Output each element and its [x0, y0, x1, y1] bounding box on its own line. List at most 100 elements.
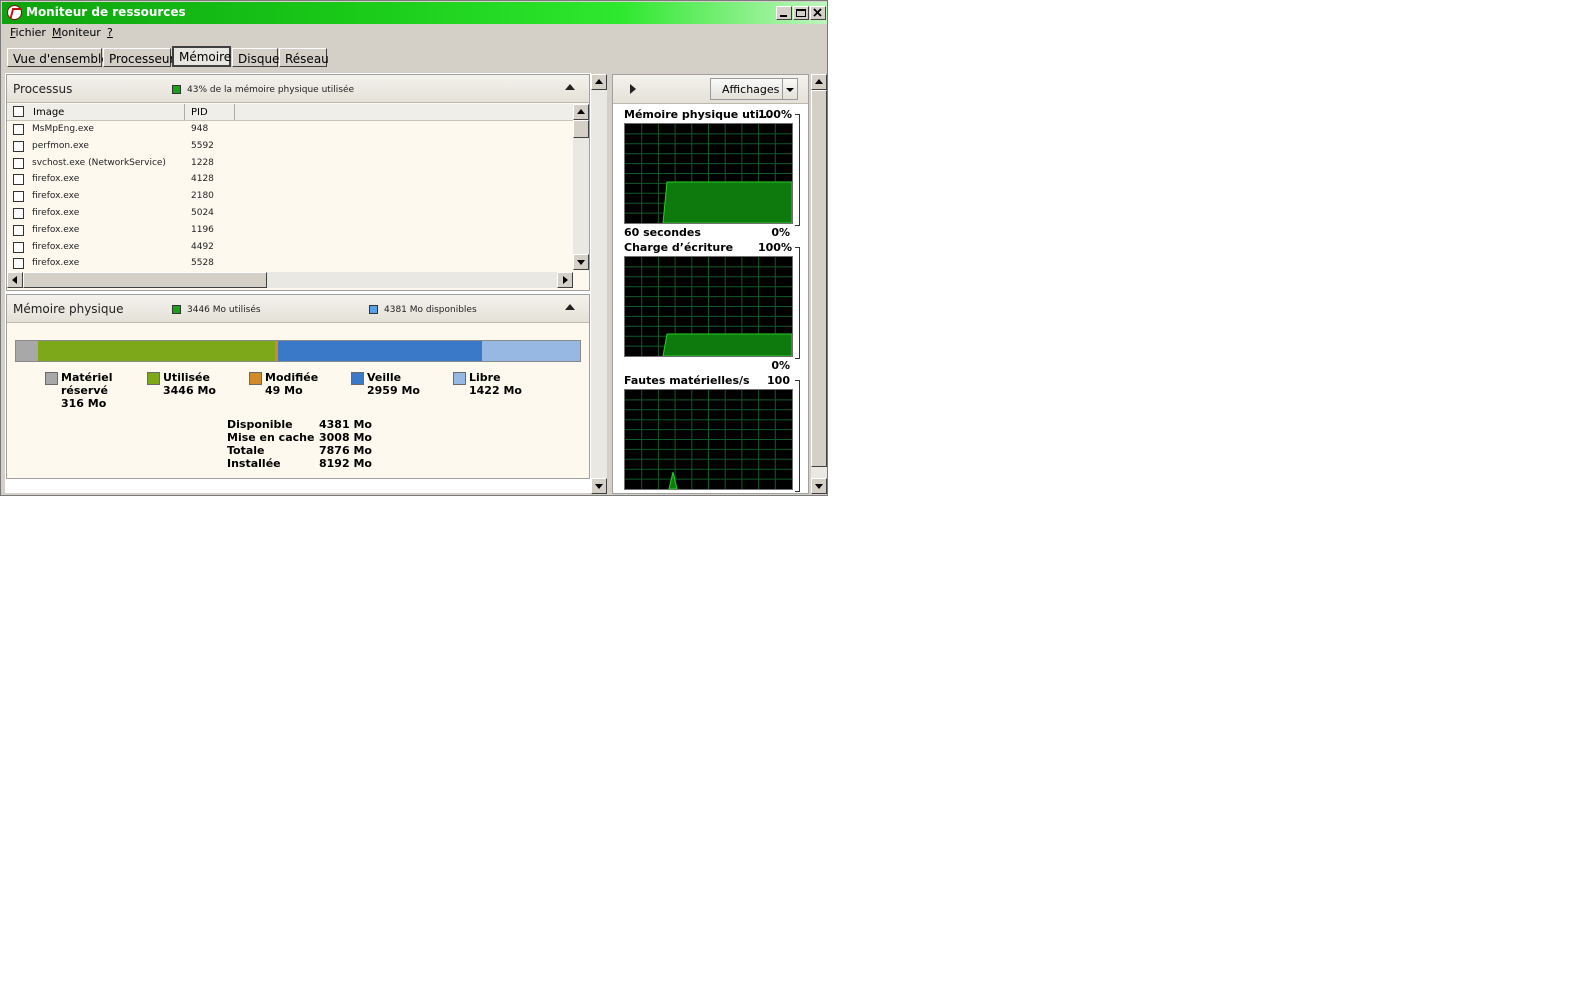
legend-value: 3446 Mo	[163, 384, 216, 397]
title-bar[interactable]: Moniteur de ressources	[2, 2, 827, 24]
process-checkbox[interactable]	[13, 191, 24, 203]
process-checkbox[interactable]	[13, 224, 24, 236]
table-row[interactable]: firefox.exe 5528	[7, 255, 573, 272]
process-pid: 4128	[191, 174, 214, 185]
graphs-vscrollbar[interactable]	[811, 74, 827, 494]
legend-text: Veille 2959 Mo	[367, 371, 420, 397]
process-vscrollbar[interactable]	[573, 104, 589, 270]
process-checkbox[interactable]	[13, 140, 24, 152]
tab-reseau[interactable]: Réseau	[279, 48, 329, 67]
process-checkbox[interactable]	[13, 157, 24, 169]
table-row[interactable]: firefox.exe 4492	[7, 239, 573, 256]
menu-help[interactable]: ?	[107, 26, 113, 39]
tab-processeur[interactable]: Processeur	[103, 48, 174, 67]
scroll-thumb[interactable]	[573, 120, 589, 138]
legend-swatch	[147, 372, 160, 385]
legend-value: 49 Mo	[265, 384, 303, 397]
processes-header[interactable]: Processus 43% de la mémoire physique uti…	[7, 75, 589, 103]
legend-label: Matériel	[61, 371, 113, 384]
tab-vue-ensemble[interactable]: Vue d'ensemble	[7, 48, 109, 67]
left-pane-vscrollbar[interactable]	[591, 74, 607, 494]
collapse-processes-icon[interactable]	[565, 84, 575, 90]
legend-swatch	[351, 372, 364, 385]
stat-label: Disponible	[227, 418, 293, 431]
memory-bar-segment	[16, 341, 38, 361]
legend-value: 2959 Mo	[367, 384, 420, 397]
process-pid: 1228	[191, 157, 214, 168]
views-button[interactable]: Affichages	[710, 78, 798, 100]
process-checkbox[interactable]	[13, 258, 24, 270]
table-row[interactable]: svchost.exe (NetworkService) 1228	[7, 155, 573, 172]
views-split-divider	[782, 79, 783, 99]
memory-bar-segment	[38, 341, 275, 361]
process-image-name: perfmon.exe	[32, 140, 89, 151]
pane-scroll-down-button[interactable]	[591, 478, 607, 494]
tab-memoire[interactable]: Mémoire	[172, 46, 231, 67]
legend-label: Utilisée	[163, 371, 210, 384]
processes-title: Processus	[13, 82, 73, 96]
graph-plot	[624, 389, 793, 490]
select-all-checkbox[interactable]	[13, 106, 24, 117]
table-row[interactable]: firefox.exe 1196	[7, 222, 573, 239]
graphs-scroll-down-button[interactable]	[811, 478, 827, 494]
table-row[interactable]: firefox.exe 4128	[7, 171, 573, 188]
collapse-physical-memory-icon[interactable]	[565, 304, 575, 310]
table-row[interactable]: firefox.exe 2180	[7, 188, 573, 205]
minimize-button[interactable]	[776, 6, 792, 20]
process-pid: 5528	[191, 258, 214, 269]
views-button-label: Affichages	[722, 83, 780, 96]
graph-max: 100%	[758, 241, 792, 254]
legend-text: Utilisée 3446 Mo	[163, 371, 216, 397]
legend-label: réservé	[61, 384, 108, 397]
scroll-left-button[interactable]	[7, 272, 23, 288]
graphs-pane: Affichages Mémoire physique uti... 100% 60…	[612, 74, 809, 494]
memory-legend-item: Modifiée 49 Mo	[249, 371, 345, 413]
memory-bar-segment	[278, 341, 482, 361]
process-checkbox[interactable]	[13, 241, 24, 253]
process-checkbox[interactable]	[13, 124, 24, 135]
process-hscrollbar[interactable]	[7, 272, 573, 288]
process-image-name: firefox.exe	[32, 258, 80, 269]
scroll-right-button[interactable]	[557, 272, 573, 288]
stat-value: 4381 Mo	[319, 418, 372, 431]
graph-trace	[668, 471, 678, 489]
column-image[interactable]: Image	[27, 104, 185, 120]
table-row[interactable]: firefox.exe 5024	[7, 205, 573, 222]
graph-min: 0%	[771, 359, 790, 372]
maximize-button[interactable]	[793, 6, 809, 20]
process-image-name: firefox.exe	[32, 241, 80, 252]
legend-text: Modifiée 49 Mo	[265, 371, 318, 397]
tab-disque[interactable]: Disque	[232, 48, 279, 67]
memory-legend-item: Matériel réservé 316 Mo	[45, 371, 141, 413]
table-row[interactable]: MsMpEng.exe 948	[7, 121, 573, 138]
graph-bracket	[795, 247, 800, 359]
pane-scroll-up-button[interactable]	[591, 74, 607, 90]
process-checkbox[interactable]	[13, 174, 24, 186]
scroll-up-button[interactable]	[573, 104, 589, 120]
process-image-name: MsMpEng.exe	[32, 124, 94, 134]
legend-label: Libre	[469, 371, 501, 384]
menu-fichier[interactable]: Fichier	[10, 26, 46, 39]
graph-time-span: 60 secondes	[624, 226, 701, 239]
menu-moniteur[interactable]: Moniteur	[52, 26, 101, 39]
graphs-toolbar: Affichages	[613, 75, 808, 104]
views-dropdown-icon[interactable]	[786, 88, 794, 92]
hscroll-thumb[interactable]	[23, 272, 267, 288]
stat-label: Installée	[227, 457, 281, 470]
legend-text: Libre 1422 Mo	[469, 371, 522, 397]
process-checkbox[interactable]	[13, 208, 24, 219]
close-button[interactable]	[810, 6, 826, 20]
graphs-scroll-up-button[interactable]	[811, 74, 827, 90]
stat-value: 7876 Mo	[319, 444, 372, 457]
memory-usage-bar	[15, 340, 581, 362]
scroll-down-button[interactable]	[573, 254, 589, 270]
resource-monitor-window: Moniteur de ressources Fichier Moniteur …	[0, 0, 828, 496]
expand-arrow-icon[interactable]	[630, 84, 636, 94]
physical-memory-panel: Mémoire physique 3446 Mo utilisés 4381 M…	[6, 294, 590, 479]
stat-value: 3008 Mo	[319, 431, 372, 444]
column-pid[interactable]: PID	[185, 104, 235, 120]
graph-max: 100%	[758, 108, 792, 121]
graphs-scroll-thumb[interactable]	[811, 90, 827, 467]
table-row[interactable]: perfmon.exe 5592	[7, 138, 573, 155]
physical-memory-header[interactable]: Mémoire physique 3446 Mo utilisés 4381 M…	[7, 295, 589, 323]
